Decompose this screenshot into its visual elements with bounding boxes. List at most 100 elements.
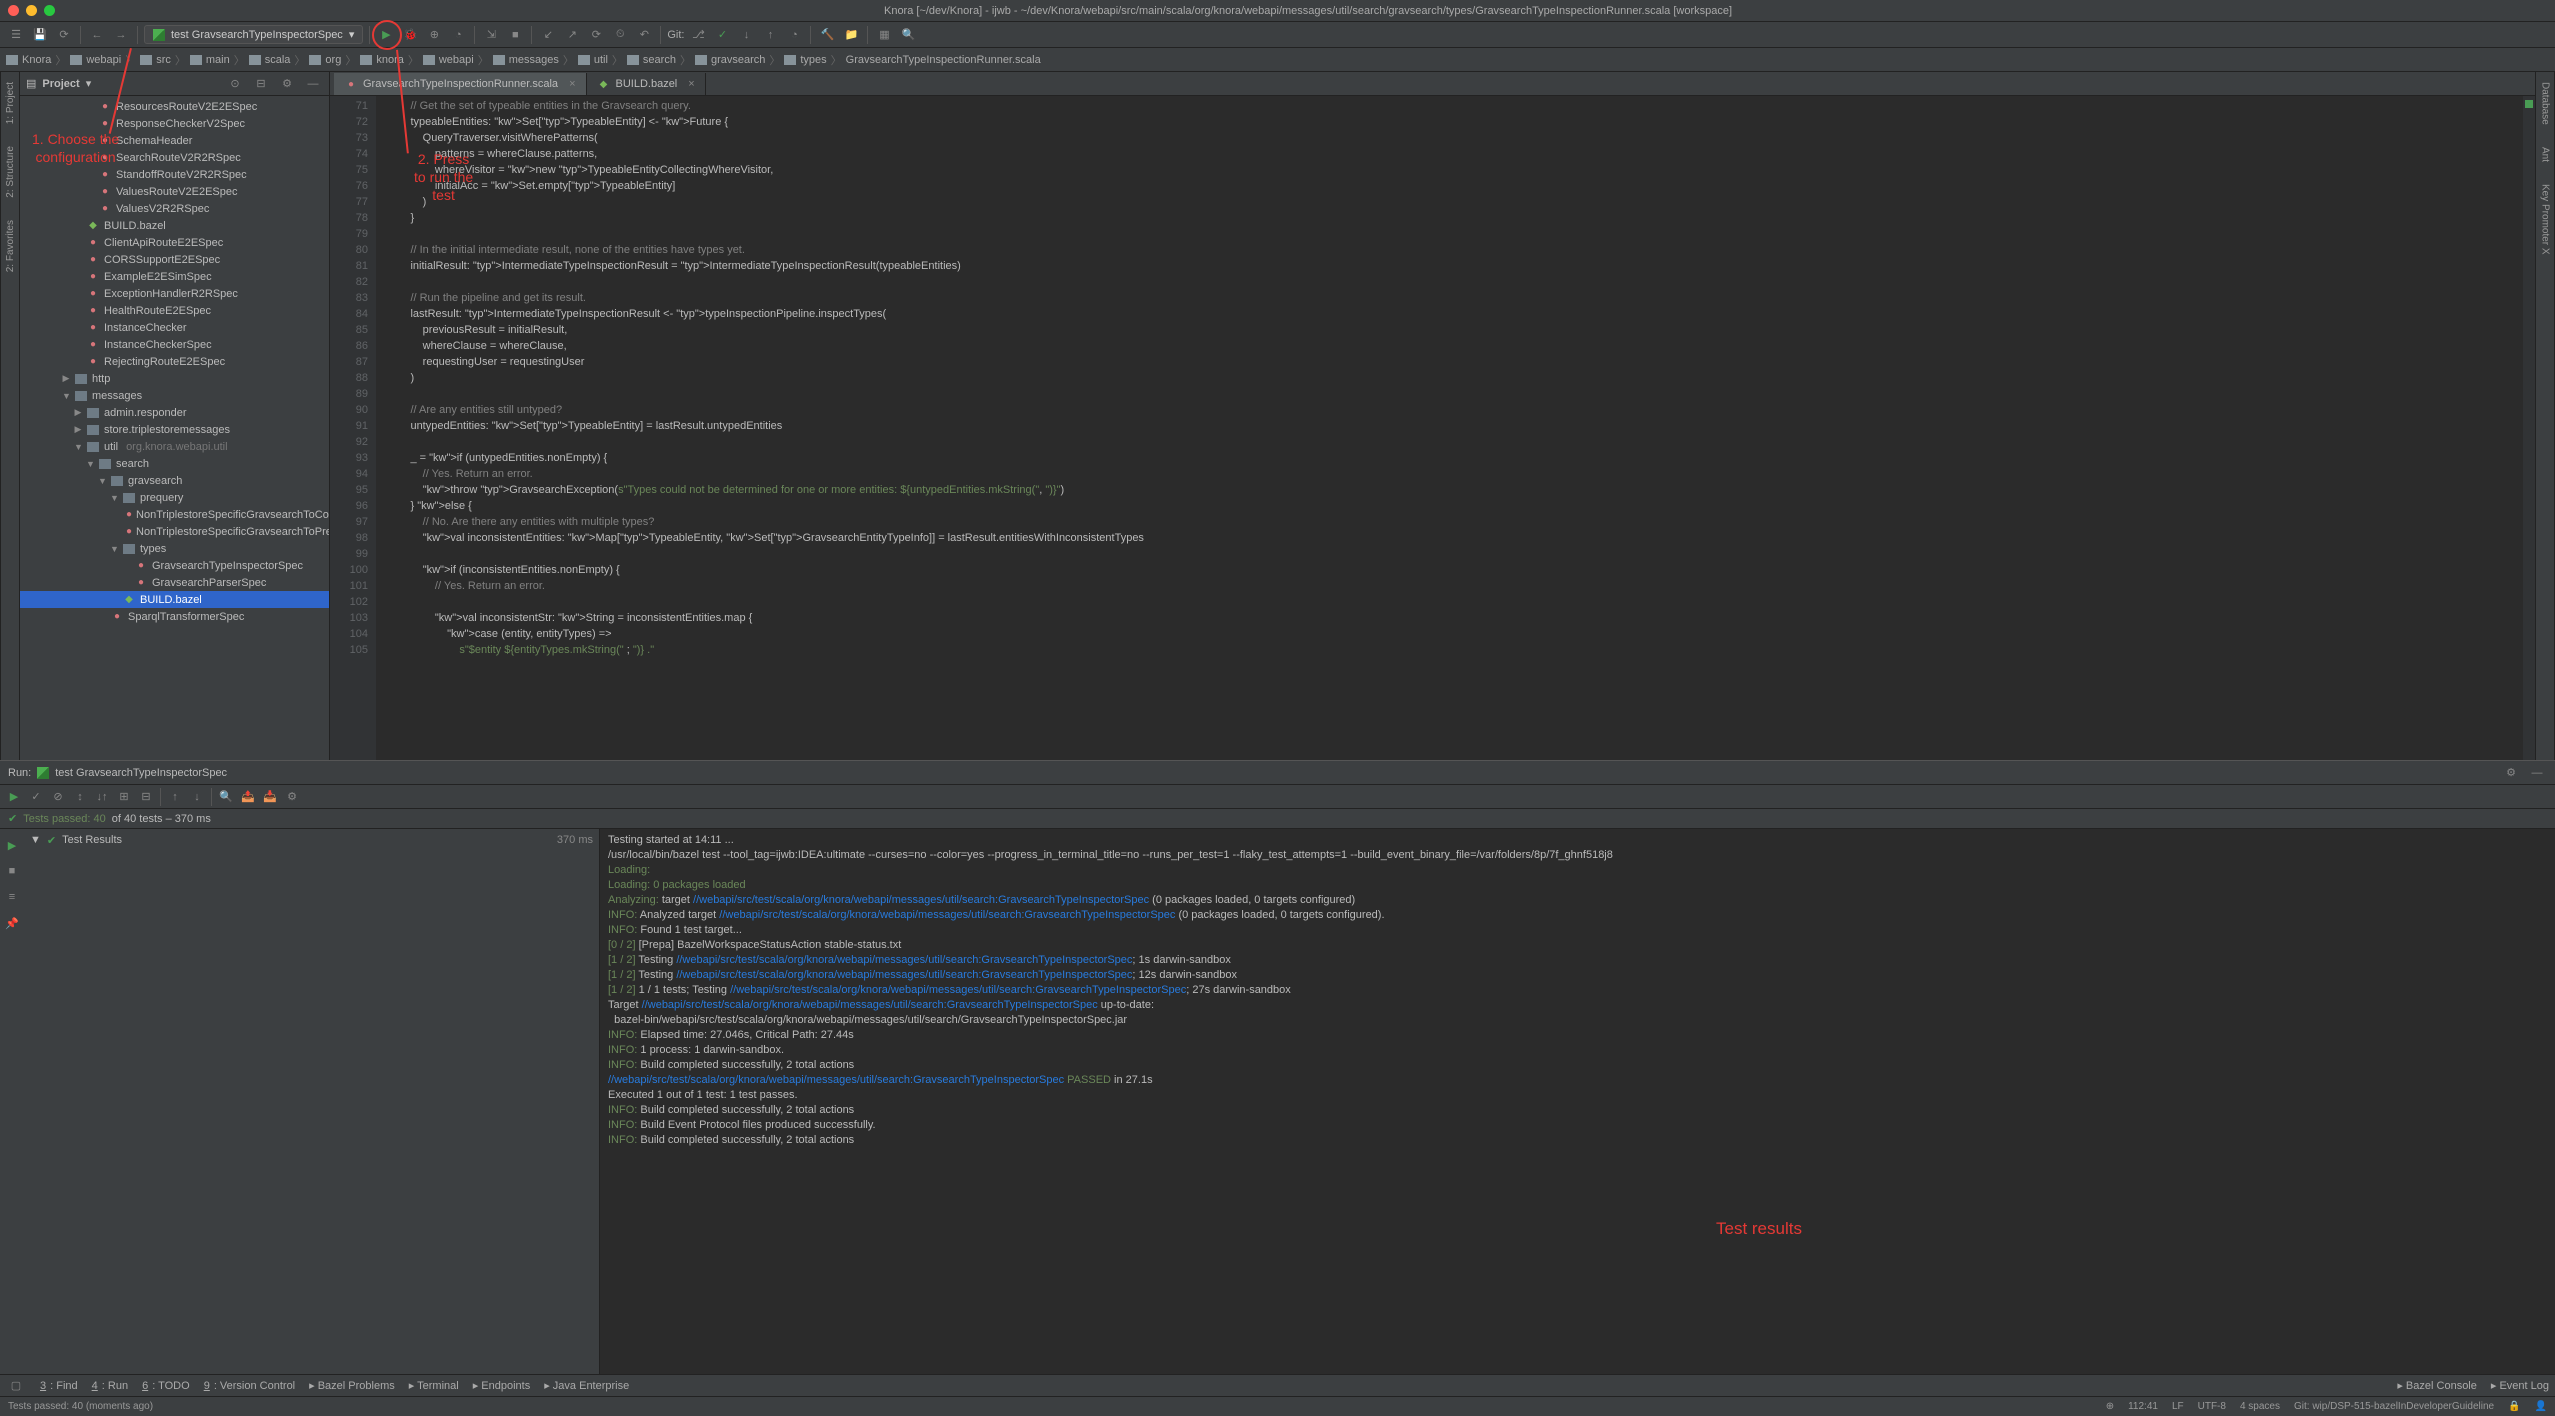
tree-item[interactable]: ●NonTriplestoreSpecificGravsearchToCount… — [20, 506, 329, 523]
run-console[interactable]: Testing started at 14:11 .../usr/local/b… — [600, 829, 2555, 1374]
breadcrumb-item[interactable]: webapi — [70, 54, 121, 66]
rerun-button[interactable]: ▶ — [4, 787, 24, 807]
zoom-window-button[interactable] — [44, 5, 55, 16]
next-test-button[interactable]: ↓ — [187, 787, 207, 807]
inspector-icon[interactable]: 👤 — [2535, 1401, 2547, 1412]
sort-alpha-button[interactable]: ↓↑ — [92, 787, 112, 807]
tool-windows-button[interactable]: ▢ — [6, 1376, 26, 1396]
sync-button[interactable]: ⟳ — [54, 25, 74, 45]
tree-item[interactable]: ▶admin.responder — [20, 404, 329, 421]
git-push-button[interactable]: ↑ — [760, 25, 780, 45]
expand-all-button[interactable]: ⊟ — [251, 74, 271, 94]
git-pull-button[interactable]: ↓ — [736, 25, 756, 45]
tree-item[interactable]: ●ValuesV2R2RSpec — [20, 200, 329, 217]
tree-item[interactable]: ▶store.triplestoremessages — [20, 421, 329, 438]
tree-item[interactable]: ▼prequery — [20, 489, 329, 506]
file-encoding[interactable]: UTF-8 — [2198, 1401, 2226, 1412]
tree-item[interactable]: ●SparqlTransformerSpec — [20, 608, 329, 625]
breadcrumb-item[interactable]: src — [140, 54, 171, 66]
coverage-button[interactable]: ⊕ — [424, 25, 444, 45]
bottom-tool-tab[interactable]: 6: TODO — [142, 1379, 190, 1392]
bottom-tool-tab[interactable]: ▸ Event Log — [2491, 1379, 2549, 1392]
caret-position[interactable]: 112:41 — [2128, 1401, 2158, 1412]
tool-tab[interactable]: Ant — [2538, 141, 2553, 168]
vcs-update-button[interactable]: ⟳ — [586, 25, 606, 45]
expand-all-tests-button[interactable]: ⊞ — [114, 787, 134, 807]
tree-item[interactable]: ●StandoffRouteV2R2RSpec — [20, 166, 329, 183]
breadcrumb-item[interactable]: search — [627, 54, 676, 66]
git-check-button[interactable]: ✓ — [712, 25, 732, 45]
vcs-commit-button[interactable]: ↗ — [562, 25, 582, 45]
breadcrumb-item[interactable]: gravsearch — [695, 54, 765, 66]
import-tests-button[interactable]: 🔍 — [216, 787, 236, 807]
tree-item[interactable]: ●RejectingRouteE2ESpec — [20, 353, 329, 370]
git-branch-button[interactable]: ⎇ — [688, 25, 708, 45]
breadcrumb-item[interactable]: GravsearchTypeInspectionRunner.scala — [846, 54, 1041, 66]
search-everywhere-button[interactable]: 🔍 — [898, 25, 918, 45]
structure-button[interactable]: ▦ — [874, 25, 894, 45]
tool-tab[interactable]: 1: Project — [3, 76, 18, 130]
breadcrumb-item[interactable]: messages — [493, 54, 559, 66]
goto-icon[interactable]: ⊕ — [2106, 1401, 2114, 1412]
tree-item[interactable]: ●GravsearchTypeInspectorSpec — [20, 557, 329, 574]
hide-button[interactable]: — — [303, 74, 323, 94]
tree-item[interactable]: ▶http — [20, 370, 329, 387]
redo-button[interactable]: → — [111, 25, 131, 45]
tool-tab[interactable]: 2: Structure — [3, 140, 18, 204]
tree-item[interactable]: ●ResourcesRouteV2E2ESpec — [20, 98, 329, 115]
close-tab-icon[interactable]: × — [569, 78, 575, 90]
export-tests-button[interactable]: 📤 — [238, 787, 258, 807]
tree-item[interactable]: ●CORSSupportE2ESpec — [20, 251, 329, 268]
bottom-tool-tab[interactable]: ▸ Bazel Console — [2397, 1379, 2477, 1392]
tree-item[interactable]: ●InstanceChecker — [20, 319, 329, 336]
sort-button[interactable]: ↕ — [70, 787, 90, 807]
breadcrumb-item[interactable]: main — [190, 54, 230, 66]
bottom-tool-tab[interactable]: ▸ Bazel Problems — [309, 1379, 395, 1392]
rerun-side-button[interactable]: ▶ — [2, 835, 22, 855]
save-all-button[interactable]: 💾 — [30, 25, 50, 45]
tree-item[interactable]: ◆BUILD.bazel — [20, 591, 329, 608]
debug-button[interactable]: 🐞 — [400, 25, 420, 45]
profile-button[interactable]: ◔ — [448, 25, 468, 45]
show-passed-button[interactable]: ⊘ — [48, 787, 68, 807]
breadcrumb-item[interactable]: scala — [249, 54, 291, 66]
tree-item[interactable]: ●HealthRouteE2ESpec — [20, 302, 329, 319]
stop-button[interactable]: ■ — [505, 25, 525, 45]
run-button[interactable]: ▶ — [376, 25, 396, 45]
tree-item[interactable]: ●ValuesRouteV2E2ESpec — [20, 183, 329, 200]
editor-tab[interactable]: ◆BUILD.bazel× — [587, 73, 706, 95]
git-show-button[interactable]: ◔ — [784, 25, 804, 45]
bottom-tool-tab[interactable]: ▸ Endpoints — [473, 1379, 531, 1392]
history-button[interactable]: 📥 — [260, 787, 280, 807]
vcs-pull-button[interactable]: ↙ — [538, 25, 558, 45]
run-configuration-dropdown[interactable]: test GravsearchTypeInspectorSpec ▾ — [144, 25, 363, 44]
tree-item[interactable]: ▼gravsearch — [20, 472, 329, 489]
toggle-auto-button[interactable]: ✓ — [26, 787, 46, 807]
breadcrumb-item[interactable]: org — [309, 54, 341, 66]
undo-button[interactable]: ← — [87, 25, 107, 45]
run-settings-button[interactable]: ⚙ — [2501, 763, 2521, 783]
select-opened-button[interactable]: ⊙ — [225, 74, 245, 94]
prev-test-button[interactable]: ↑ — [165, 787, 185, 807]
test-settings-button[interactable]: ⚙ — [282, 787, 302, 807]
bottom-tool-tab[interactable]: 4: Run — [92, 1379, 128, 1392]
tree-item[interactable]: ◆BUILD.bazel — [20, 217, 329, 234]
settings-button[interactable]: ⚙ — [277, 74, 297, 94]
tool-tab[interactable]: Key Promoter X — [2538, 178, 2553, 261]
tree-item[interactable]: ●NonTriplestoreSpecificGravsearchToPrequ… — [20, 523, 329, 540]
line-separator[interactable]: LF — [2172, 1401, 2184, 1412]
tree-item[interactable]: ▼types — [20, 540, 329, 557]
pin-side-button[interactable]: 📌 — [2, 913, 22, 933]
tree-item[interactable]: ●GravsearchParserSpec — [20, 574, 329, 591]
breadcrumb-item[interactable]: util — [578, 54, 608, 66]
tree-item[interactable]: ▼messages — [20, 387, 329, 404]
tree-item[interactable]: ●InstanceCheckerSpec — [20, 336, 329, 353]
editor-tab[interactable]: ●GravsearchTypeInspectionRunner.scala× — [334, 73, 587, 95]
test-results-tree[interactable]: ▼ ✔ Test Results 370 ms — [24, 829, 600, 1374]
tree-item[interactable]: ▼utilorg.knora.webapi.util — [20, 438, 329, 455]
bottom-tool-tab[interactable]: 9: Version Control — [204, 1379, 295, 1392]
layout-side-button[interactable]: ≡ — [2, 887, 22, 907]
breadcrumb-item[interactable]: webapi — [423, 54, 474, 66]
tree-item[interactable]: ▼search — [20, 455, 329, 472]
vcs-history-button[interactable]: ⏲ — [610, 25, 630, 45]
